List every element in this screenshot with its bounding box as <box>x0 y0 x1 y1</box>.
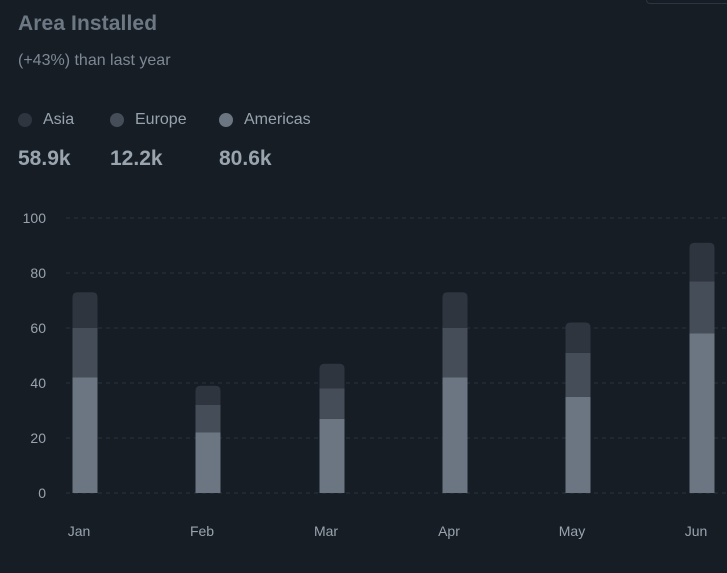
bar-apr-europe[interactable] <box>442 328 468 378</box>
y-tick-label: 60 <box>30 320 46 336</box>
stacked-bar-chart: 0 20 40 60 80 100 Jan Feb Mar Apr May Jun <box>23 210 727 539</box>
y-tick-label: 20 <box>30 430 46 446</box>
bar-jan-asia[interactable] <box>72 292 98 328</box>
bar-jun-americas[interactable] <box>689 333 715 494</box>
bar-mar-europe[interactable] <box>319 388 345 419</box>
area-installed-card: Area Installed (+43%) than last year Asi… <box>0 0 727 573</box>
bar-feb-americas[interactable] <box>195 432 221 494</box>
y-tick-label: 0 <box>38 485 46 501</box>
bar-apr-asia[interactable] <box>442 292 468 328</box>
bar-jun-asia[interactable] <box>689 242 715 282</box>
x-tick-label-mar: Mar <box>314 523 338 539</box>
y-tick-label: 100 <box>23 210 47 226</box>
bar-jan-americas[interactable] <box>72 377 98 494</box>
y-tick-label: 80 <box>30 265 46 281</box>
bar-mar-asia[interactable] <box>319 363 345 389</box>
x-tick-label-jan: Jan <box>68 523 91 539</box>
x-tick-label-apr: Apr <box>438 523 460 539</box>
bar-jun-europe[interactable] <box>689 281 715 334</box>
bar-may-americas[interactable] <box>565 396 591 493</box>
bar-may-europe[interactable] <box>565 352 591 397</box>
bar-feb-europe[interactable] <box>195 405 221 433</box>
x-tick-label-feb: Feb <box>190 523 214 539</box>
bar-mar-americas[interactable] <box>319 418 345 493</box>
bar-jan-europe[interactable] <box>72 328 98 378</box>
x-tick-label-jun: Jun <box>685 523 708 539</box>
y-tick-label: 40 <box>30 375 46 391</box>
bar-may-asia[interactable] <box>565 322 591 353</box>
bar-apr-americas[interactable] <box>442 377 468 494</box>
x-tick-label-may: May <box>559 523 585 539</box>
bar-feb-asia[interactable] <box>195 385 221 405</box>
